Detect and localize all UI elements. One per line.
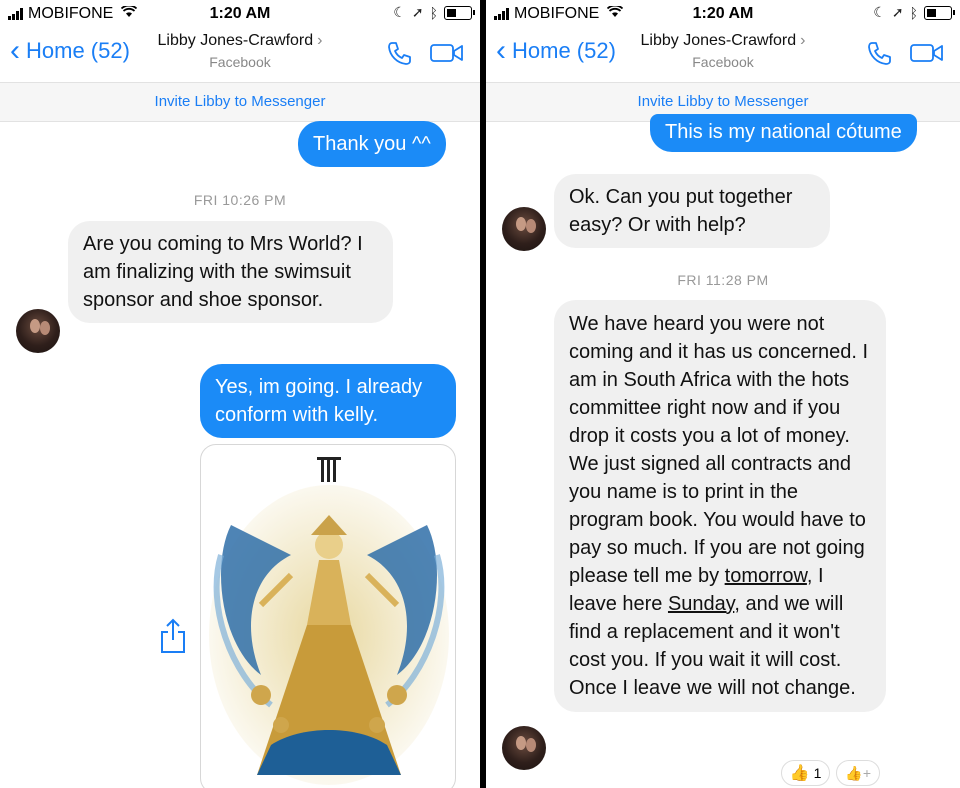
bluetooth-icon: ᛒ — [429, 4, 438, 21]
status-bar: MOBIFONE 1:20 AM ☾ ➚ ᛒ — [486, 0, 960, 28]
brand-logo — [317, 457, 341, 482]
video-camera-icon[interactable] — [910, 42, 944, 64]
costume-image-attachment[interactable] — [200, 444, 456, 788]
moon-icon: ☾ — [393, 4, 406, 20]
incoming-message[interactable]: Ok. Can you put together easy? Or with h… — [554, 174, 830, 248]
contact-name: Libby Jones-Crawford — [157, 32, 314, 49]
nav-bar: ‹ Home (52) Libby Jones-Crawford › Facebo… — [486, 28, 960, 82]
phone-icon[interactable] — [386, 40, 412, 66]
contact-name: Libby Jones-Crawford — [640, 32, 797, 49]
contact-header[interactable]: Libby Jones-Crawford › Facebook — [626, 32, 820, 70]
thumbs-up-plus-icon: 👍+ — [845, 764, 871, 781]
battery-icon — [444, 5, 475, 20]
outgoing-message[interactable]: Yes, im going. I already conform with ke… — [200, 364, 456, 438]
avatar[interactable] — [502, 207, 546, 251]
share-icon[interactable] — [158, 618, 188, 659]
contact-header[interactable]: Libby Jones-Crawford › Facebook — [140, 32, 340, 70]
date-link-tomorrow[interactable]: tomorrow — [725, 565, 807, 587]
outgoing-message[interactable]: Thank you ^^ — [298, 121, 446, 167]
message-reactions: 👍 1 👍+ — [775, 760, 880, 786]
avatar[interactable] — [16, 309, 60, 353]
outgoing-message[interactable]: This is my national cótume — [650, 114, 917, 152]
nav-bar: ‹ Home (52) Libby Jones-Crawford › Facebo… — [0, 28, 480, 82]
back-label: Home (52) — [512, 38, 616, 63]
timestamp: FRI 10:26 PM — [193, 192, 287, 208]
battery-icon — [924, 5, 955, 20]
chevron-right-icon: › — [317, 32, 323, 49]
back-button[interactable]: ‹ Home (52) — [496, 34, 616, 67]
invite-to-messenger-link[interactable]: Invite Libby to Messenger — [0, 82, 480, 122]
chevron-left-icon: ‹ — [496, 34, 506, 67]
phone-icon[interactable] — [866, 40, 892, 66]
location-arrow-icon: ➚ — [411, 4, 424, 20]
moon-icon: ☾ — [873, 4, 886, 20]
status-bar: MOBIFONE 1:20 AM ☾ ➚ ᛒ — [0, 0, 480, 28]
incoming-message[interactable]: We have heard you were not coming and it… — [554, 300, 886, 712]
right-chat-screen: MOBIFONE 1:20 AM ☾ ➚ ᛒ ‹ Home (52) Libby… — [486, 0, 960, 788]
left-chat-screen: MOBIFONE 1:20 AM ☾ ➚ ᛒ ‹ Home (52) Libby… — [0, 0, 480, 788]
avatar[interactable] — [502, 726, 546, 770]
back-button[interactable]: ‹ Home (52) — [10, 34, 130, 67]
add-reaction-button[interactable]: 👍+ — [836, 760, 880, 786]
video-camera-icon[interactable] — [430, 42, 464, 64]
chevron-right-icon: › — [800, 32, 806, 49]
timestamp: FRI 11:28 PM — [677, 272, 769, 288]
incoming-message[interactable]: Are you coming to Mrs World? I am finali… — [68, 221, 393, 323]
contact-source: Facebook — [692, 54, 754, 70]
contact-source: Facebook — [209, 54, 271, 70]
bluetooth-icon: ᛒ — [909, 4, 918, 21]
reaction-count: 1 — [813, 765, 822, 781]
costume-illustration — [209, 457, 449, 785]
chevron-left-icon: ‹ — [10, 34, 20, 67]
reaction-like[interactable]: 👍 1 — [780, 760, 831, 786]
thumbs-up-icon: 👍 — [789, 765, 810, 782]
back-label: Home (52) — [26, 38, 130, 63]
date-link-sunday[interactable]: Sunday — [668, 593, 734, 615]
location-arrow-icon: ➚ — [891, 4, 904, 20]
